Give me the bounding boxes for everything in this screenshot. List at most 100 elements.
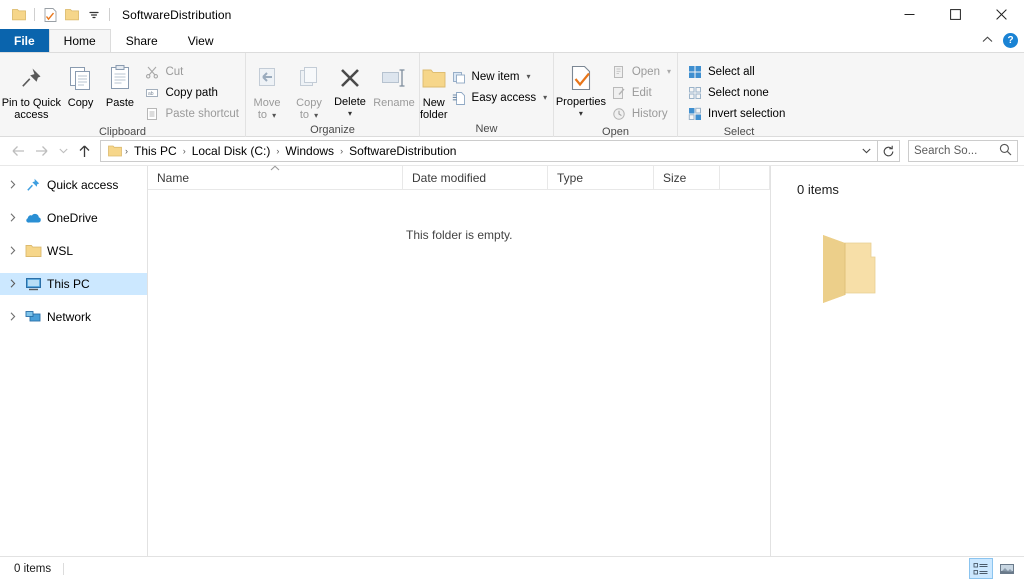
help-icon[interactable]: ? bbox=[1003, 33, 1018, 48]
invert-selection-label: Invert selection bbox=[708, 108, 785, 120]
copy-to-button[interactable]: Copyto ▾ bbox=[288, 58, 330, 122]
properties-icon bbox=[569, 61, 593, 95]
ribbon-group-new: Newfolder New item ▾ Easy acces bbox=[420, 53, 554, 137]
forward-button[interactable] bbox=[30, 140, 54, 162]
new-item-label: New item bbox=[472, 71, 520, 83]
chevron-right-icon[interactable] bbox=[4, 180, 22, 191]
sidebar-item-this-pc[interactable]: This PC bbox=[0, 273, 147, 295]
chevron-right-icon[interactable] bbox=[4, 279, 22, 290]
search-icon[interactable] bbox=[999, 143, 1012, 159]
column-header-date-modified[interactable]: Date modified bbox=[403, 166, 548, 189]
new-folder-label-1: New bbox=[423, 97, 445, 109]
new-folder-button[interactable]: Newfolder bbox=[420, 58, 448, 121]
qat-new-folder-icon[interactable] bbox=[61, 4, 83, 26]
rename-icon bbox=[380, 61, 408, 95]
status-separator bbox=[63, 563, 64, 575]
move-to-label-1: Move bbox=[254, 97, 281, 109]
recent-locations-button[interactable] bbox=[54, 140, 72, 162]
folder-icon bbox=[22, 244, 44, 258]
sidebar-item-wsl[interactable]: WSL bbox=[0, 240, 147, 262]
search-input[interactable]: Search So... bbox=[908, 140, 1018, 162]
tab-file[interactable]: File bbox=[0, 29, 49, 52]
chevron-right-icon[interactable] bbox=[4, 246, 22, 257]
qat-customize-icon[interactable] bbox=[83, 4, 105, 26]
breadcrumb-item-this-pc[interactable]: This PC bbox=[129, 141, 182, 161]
maximize-button[interactable] bbox=[932, 0, 978, 29]
empty-folder-message: This folder is empty. bbox=[148, 190, 770, 242]
star-pin-icon bbox=[22, 177, 44, 193]
ribbon-group-title-organize: Organize bbox=[246, 122, 419, 139]
properties-button[interactable]: Properties▾ bbox=[554, 58, 608, 119]
chevron-right-icon[interactable] bbox=[4, 312, 22, 323]
view-buttons bbox=[970, 559, 1018, 578]
column-header-size[interactable]: Size bbox=[654, 166, 720, 189]
edit-button[interactable]: Edit bbox=[608, 82, 677, 103]
edit-label: Edit bbox=[632, 87, 652, 99]
copy-path-button[interactable]: ab Copy path bbox=[141, 82, 245, 103]
copy-to-label-2: to bbox=[300, 109, 309, 121]
column-header-name[interactable]: Name bbox=[148, 166, 403, 189]
paste-shortcut-icon bbox=[144, 106, 160, 122]
address-bar: › This PC › Local Disk (C:) › Windows › … bbox=[0, 137, 1024, 165]
breadcrumb-item-softwaredistribution[interactable]: SoftwareDistribution bbox=[344, 141, 461, 161]
collapse-ribbon-icon[interactable] bbox=[982, 35, 993, 46]
select-none-button[interactable]: Select none bbox=[684, 82, 791, 103]
open-button[interactable]: Open ▾ bbox=[608, 61, 677, 82]
sidebar-item-network[interactable]: Network bbox=[0, 306, 147, 328]
rename-button[interactable]: Rename bbox=[370, 58, 418, 109]
column-label-type: Type bbox=[557, 171, 583, 185]
easy-access-button[interactable]: Easy access ▾ bbox=[448, 87, 554, 108]
new-folder-label-2: folder bbox=[420, 109, 448, 121]
ribbon-group-title-clipboard: Clipboard bbox=[0, 124, 245, 141]
sidebar-item-onedrive[interactable]: OneDrive bbox=[0, 207, 147, 229]
close-button[interactable] bbox=[978, 0, 1024, 29]
ribbon-group-clipboard: Pin to Quickaccess Copy Paste bbox=[0, 53, 246, 137]
select-small-buttons: Select all Select none Invert selection bbox=[678, 58, 791, 124]
select-none-icon bbox=[687, 85, 703, 101]
qat-separator bbox=[34, 8, 35, 21]
select-all-button[interactable]: Select all bbox=[684, 61, 791, 82]
qat-separator-2 bbox=[109, 8, 110, 21]
chevron-right-icon[interactable] bbox=[4, 213, 22, 224]
cut-button[interactable]: Cut bbox=[141, 61, 245, 82]
svg-text:ab: ab bbox=[148, 91, 154, 97]
column-header-type[interactable]: Type bbox=[548, 166, 654, 189]
sidebar-label-wsl: WSL bbox=[47, 244, 73, 258]
up-button[interactable] bbox=[72, 140, 96, 162]
onedrive-cloud-icon bbox=[22, 211, 44, 225]
history-button[interactable]: History bbox=[608, 103, 677, 124]
breadcrumb-item-local-disk[interactable]: Local Disk (C:) bbox=[187, 141, 276, 161]
address-dropdown-icon[interactable] bbox=[857, 146, 875, 156]
back-button[interactable] bbox=[6, 140, 30, 162]
paste-shortcut-button[interactable]: Paste shortcut bbox=[141, 103, 245, 124]
status-item-count: 0 items bbox=[6, 563, 51, 575]
qat-properties-icon[interactable] bbox=[39, 4, 61, 26]
column-header-extra[interactable] bbox=[720, 166, 770, 189]
breadcrumb-item-windows[interactable]: Windows bbox=[280, 141, 339, 161]
delete-button[interactable]: Delete▾ bbox=[330, 58, 370, 119]
copy-to-icon bbox=[296, 61, 322, 95]
pin-to-quick-access-button[interactable]: Pin to Quickaccess bbox=[0, 58, 63, 121]
tab-home[interactable]: Home bbox=[49, 29, 111, 52]
tab-share[interactable]: Share bbox=[111, 29, 173, 52]
details-view-button[interactable] bbox=[970, 559, 992, 578]
paste-button[interactable]: Paste bbox=[99, 58, 142, 109]
select-all-icon bbox=[687, 64, 703, 80]
breadcrumb[interactable]: › This PC › Local Disk (C:) › Windows › … bbox=[100, 140, 878, 162]
ribbon-group-open: Properties▾ Open ▾ Edit bbox=[554, 53, 678, 137]
minimize-button[interactable] bbox=[886, 0, 932, 29]
tab-view[interactable]: View bbox=[173, 29, 229, 52]
sidebar-label-network: Network bbox=[47, 310, 91, 324]
sidebar-item-quick-access[interactable]: Quick access bbox=[0, 174, 147, 196]
explorer-body: Quick access OneDrive WSL bbox=[0, 165, 1024, 556]
qat-folder-icon[interactable] bbox=[8, 4, 30, 26]
copy-button[interactable]: Copy bbox=[63, 58, 99, 109]
large-icons-view-button[interactable] bbox=[996, 559, 1018, 578]
paste-shortcut-label: Paste shortcut bbox=[165, 108, 239, 120]
invert-selection-button[interactable]: Invert selection bbox=[684, 103, 791, 124]
new-item-button[interactable]: New item ▾ bbox=[448, 66, 554, 87]
pin-label-2: access bbox=[14, 109, 48, 121]
move-to-button[interactable]: Moveto ▾ bbox=[246, 58, 288, 122]
refresh-button[interactable] bbox=[878, 140, 900, 162]
new-item-icon bbox=[451, 69, 467, 85]
